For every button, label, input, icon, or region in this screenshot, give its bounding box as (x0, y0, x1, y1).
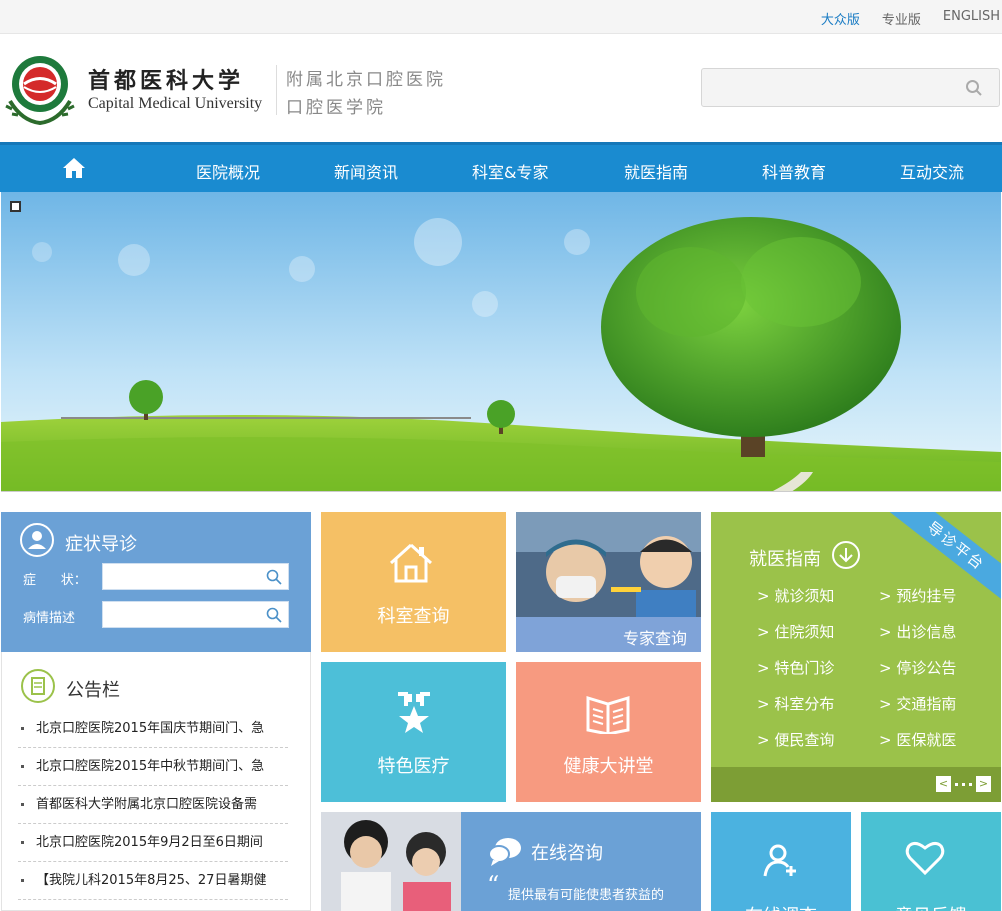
nav-hospital-overview[interactable]: 医院概况 (196, 159, 260, 183)
main-nav: 医院概况 新闻资讯 科室&专家 就医指南 科普教育 互动交流 (0, 142, 1002, 192)
symptom-guide-title: 症状导诊 (65, 533, 137, 555)
open-book-icon (586, 694, 630, 738)
guide-link-special-clinic[interactable]: > 特色门诊 (757, 657, 834, 678)
health-lecture-tile[interactable]: 健康大讲堂 (516, 662, 701, 802)
notice-list: 北京口腔医院2015年国庆节期间门、急 北京口腔医院2015年中秋节期间门、急 … (18, 710, 288, 900)
online-consult-title: 在线咨询 (531, 843, 603, 864)
site-search (701, 68, 1000, 107)
public-version-link[interactable]: 大众版 (821, 9, 860, 28)
online-survey-tile[interactable]: 在线调查 (711, 812, 851, 911)
pager-dot[interactable] (969, 782, 972, 786)
consult-photo (321, 812, 461, 911)
quote-icon: “ (487, 871, 500, 899)
version-links: 大众版 专业版 ENGLISH (821, 9, 1000, 28)
guide-link-department-layout[interactable]: > 科室分布 (757, 693, 834, 714)
search-icon[interactable] (965, 79, 983, 101)
notice-item[interactable]: 【我院儿科2015年8月25、27日暑期健 (18, 862, 288, 900)
hero-banner (1, 192, 1001, 492)
search-input[interactable] (702, 69, 952, 106)
expert-search-tile[interactable]: 专家查询 (516, 512, 701, 652)
symptom-guide-panel: 症状导诊 症 状： 病情描述 (1, 512, 311, 652)
university-name-cn: 首都医科大学 (88, 69, 245, 94)
symptom-guide-header: 症状导诊 (19, 522, 137, 563)
notice-board-title: 公告栏 (66, 679, 120, 701)
notice-board-header: 公告栏 (20, 668, 120, 709)
guide-footer: < > (711, 767, 1001, 802)
chat-bubble-icon (488, 836, 522, 870)
expert-search-label: 专家查询 (622, 629, 687, 648)
guide-link-transportation[interactable]: > 交通指南 (879, 693, 956, 714)
special-medical-tile[interactable]: 特色医疗 (321, 662, 506, 802)
online-consult-description: 提供最有可能使患者获益的 (508, 888, 665, 903)
symptom-label: 症 状： (23, 573, 87, 588)
next-arrow-icon[interactable]: > (976, 776, 991, 792)
hospital-name: 附属北京口腔医院 (286, 70, 446, 90)
symptom-input[interactable] (102, 563, 289, 590)
header-divider (276, 65, 277, 115)
top-utility-bar: 大众版 专业版 ENGLISH (0, 0, 1002, 34)
english-link[interactable]: ENGLISH (943, 9, 1000, 28)
search-icon[interactable] (266, 607, 282, 627)
online-consult-tile[interactable]: 在线咨询 “ 提供最有可能使患者获益的 (321, 812, 701, 911)
clipboard-icon (20, 668, 56, 709)
department-search-label: 科室查询 (377, 606, 450, 627)
guide-link-medical-insurance[interactable]: > 医保就医 (879, 729, 956, 750)
condition-description-input[interactable] (102, 601, 289, 628)
notice-item[interactable]: 北京口腔医院2015年中秋节期间门、急 (18, 748, 288, 786)
guide-link-visit-notice[interactable]: > 就诊须知 (757, 585, 834, 606)
online-survey-label: 在线调查 (711, 902, 851, 911)
expert-photo (516, 512, 701, 617)
guide-link-inpatient-notice[interactable]: > 住院须知 (757, 621, 834, 642)
notice-board: 公告栏 北京口腔医院2015年国庆节期间门、急 北京口腔医院2015年中秋节期间… (1, 652, 311, 911)
search-icon[interactable] (266, 569, 282, 589)
guide-link-appointment[interactable]: > 预约挂号 (879, 585, 956, 606)
pager-dot[interactable] (962, 782, 965, 786)
medical-guide-header: 就医指南 (749, 540, 861, 575)
guide-pager: < > (936, 776, 991, 792)
guide-link-doctor-schedule[interactable]: > 出诊信息 (879, 621, 956, 642)
nav-news[interactable]: 新闻资讯 (334, 159, 398, 183)
house-icon (388, 542, 434, 588)
notice-item[interactable]: 首都医科大学附属北京口腔医院设备需 (18, 786, 288, 824)
school-name: 口腔医学院 (286, 98, 386, 118)
health-lecture-label: 健康大讲堂 (563, 756, 654, 777)
nav-medical-guide[interactable]: 就医指南 (624, 159, 688, 183)
add-user-icon (763, 842, 799, 882)
nav-interaction[interactable]: 互动交流 (900, 159, 964, 183)
doctor-icon (19, 522, 55, 563)
department-search-tile[interactable]: 科室查询 (321, 512, 506, 652)
notice-item[interactable]: 北京口腔医院2015年国庆节期间门、急 (18, 710, 288, 748)
feedback-label: 意见反馈 (861, 902, 1001, 911)
special-medical-label: 特色医疗 (377, 756, 450, 777)
medical-guide-panel: 导诊平台 就医指南 > 就诊须知 > 预约挂号 > 住院须知 > 出诊信息 > … (711, 512, 1001, 802)
university-logo[interactable] (2, 51, 78, 127)
university-name-en: Capital Medical University (88, 95, 263, 112)
site-header: 首都医科大学 Capital Medical University 附属北京口腔… (0, 35, 1002, 142)
pager-dot[interactable] (955, 782, 958, 786)
award-star-icon (394, 692, 434, 738)
nav-science-education[interactable]: 科普教育 (762, 159, 826, 183)
guide-link-convenience-query[interactable]: > 便民查询 (757, 729, 834, 750)
medical-guide-title: 就医指南 (749, 548, 821, 570)
arrow-down-circle-icon[interactable] (831, 540, 861, 575)
home-icon[interactable] (62, 157, 88, 181)
nav-departments-experts[interactable]: 科室&专家 (472, 159, 548, 183)
banner-landscape-image (1, 192, 1001, 491)
guide-link-suspension-notice[interactable]: > 停诊公告 (879, 657, 956, 678)
condition-description-label: 病情描述 (23, 611, 76, 626)
heart-icon (905, 840, 945, 880)
notice-item[interactable]: 北京口腔医院2015年9月2日至6日期间 (18, 824, 288, 862)
feedback-tile[interactable]: 意见反馈 (861, 812, 1001, 911)
prev-arrow-icon[interactable]: < (936, 776, 951, 792)
slideshow-pause-button[interactable] (10, 201, 21, 212)
professional-version-link[interactable]: 专业版 (882, 9, 921, 28)
